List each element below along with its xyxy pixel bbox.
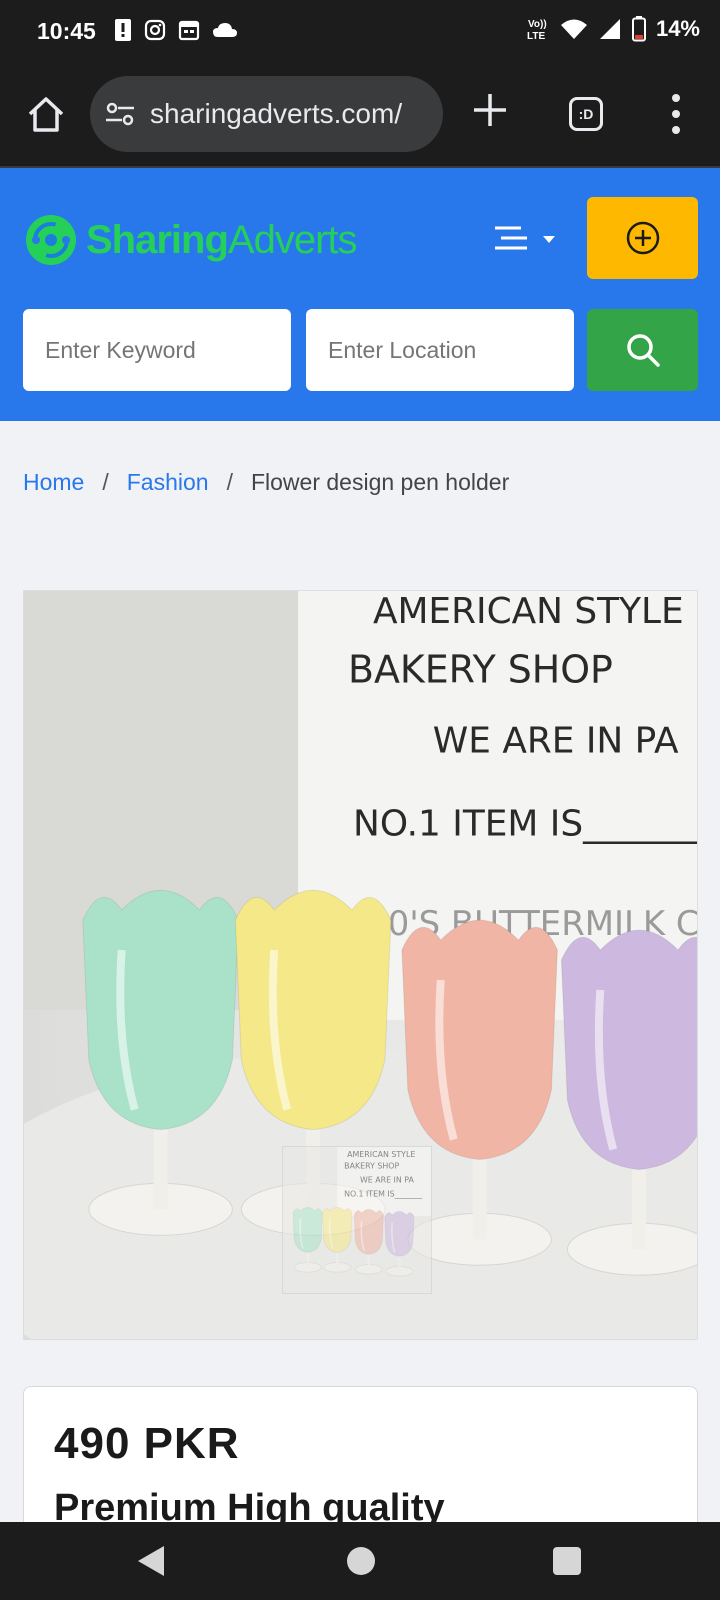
- thumb-sign-line-4: NO.1 ITEM IS_______: [344, 1189, 423, 1198]
- battery-level: 14%: [655, 16, 700, 41]
- site-logo[interactable]: SharingAdverts: [24, 202, 358, 278]
- breadcrumb: Home / Fashion / Flower design pen holde…: [23, 469, 509, 496]
- logo-text-adverts: Adverts: [227, 217, 358, 262]
- sign-line-3: WE ARE IN PA: [433, 721, 679, 762]
- location-input[interactable]: [306, 309, 574, 391]
- home-button-icon[interactable]: [347, 1547, 375, 1575]
- wifi-icon: [560, 19, 587, 39]
- site-header: SharingAdverts: [0, 168, 720, 421]
- back-icon[interactable]: [136, 1544, 166, 1578]
- sign-line-1: AMERICAN STYLE: [373, 591, 684, 632]
- post-ad-button[interactable]: [587, 197, 698, 279]
- url-text: sharingadverts.com/: [150, 98, 403, 129]
- new-tab-icon[interactable]: [470, 90, 510, 130]
- home-icon[interactable]: [24, 92, 68, 136]
- cup-2: [322, 1206, 353, 1273]
- overflow-menu-icon[interactable]: [666, 94, 686, 134]
- breadcrumb-home[interactable]: Home: [23, 469, 84, 496]
- cup-3: [353, 1208, 384, 1275]
- sign-line-4: NO.1 ITEM IS_______: [353, 803, 697, 844]
- volte-icon: Vo))LTE: [527, 19, 547, 42]
- system-nav-bar: [0, 1522, 720, 1600]
- breadcrumb-current: Flower design pen holder: [250, 469, 510, 495]
- recents-icon[interactable]: [553, 1547, 581, 1575]
- address-bar[interactable]: sharingadverts.com/: [90, 76, 443, 152]
- breadcrumb-separator: /: [102, 469, 109, 495]
- svg-text:LTE: LTE: [527, 31, 545, 42]
- breadcrumb-separator: /: [226, 469, 233, 495]
- keyword-input[interactable]: [23, 309, 291, 391]
- search-button[interactable]: [587, 309, 698, 391]
- svg-text:Vo)): Vo)): [528, 19, 547, 30]
- cloud-icon: [213, 23, 237, 37]
- alert-icon: [115, 19, 131, 41]
- thumb-sign-line-2: BAKERY SHOP: [344, 1162, 399, 1171]
- plus-circle-icon: [626, 221, 659, 255]
- tab-switcher-icon[interactable]: :D: [569, 97, 603, 131]
- battery-icon: [631, 16, 646, 42]
- logo-text-sharing: Sharing: [86, 217, 229, 262]
- sign-line-2: BAKERY SHOP: [348, 648, 613, 692]
- instagram-icon: [144, 19, 166, 41]
- site-settings-icon[interactable]: [104, 100, 136, 128]
- status-bar: 10:45 Vo)) LTE 14%: [0, 0, 720, 64]
- logo-mark-icon: [26, 215, 76, 265]
- product-image[interactable]: AMERICAN STYLE BAKERY SHOP WE ARE IN PA …: [23, 590, 698, 1340]
- search-icon: [626, 334, 660, 367]
- thumb-sign-line-1: AMERICAN STYLE: [347, 1150, 415, 1159]
- thumb-sign-line-3: WE ARE IN PA: [360, 1176, 415, 1185]
- browser-toolbar: sharingadverts.com/ :D: [0, 64, 720, 168]
- calendar-icon: [178, 20, 200, 41]
- signal-icon: [599, 19, 620, 39]
- breadcrumb-fashion[interactable]: Fashion: [127, 469, 209, 496]
- thumbnail-image[interactable]: AMERICAN STYLE BAKERY SHOP WE ARE IN PA …: [282, 1146, 432, 1294]
- cup-1: [292, 1206, 323, 1273]
- status-time: 10:45: [37, 18, 96, 44]
- tab-switcher-label: :D: [578, 106, 594, 122]
- listing-price: 490 PKR: [54, 1419, 240, 1468]
- cup-4: [384, 1210, 415, 1277]
- menu-toggle-icon[interactable]: [493, 224, 563, 254]
